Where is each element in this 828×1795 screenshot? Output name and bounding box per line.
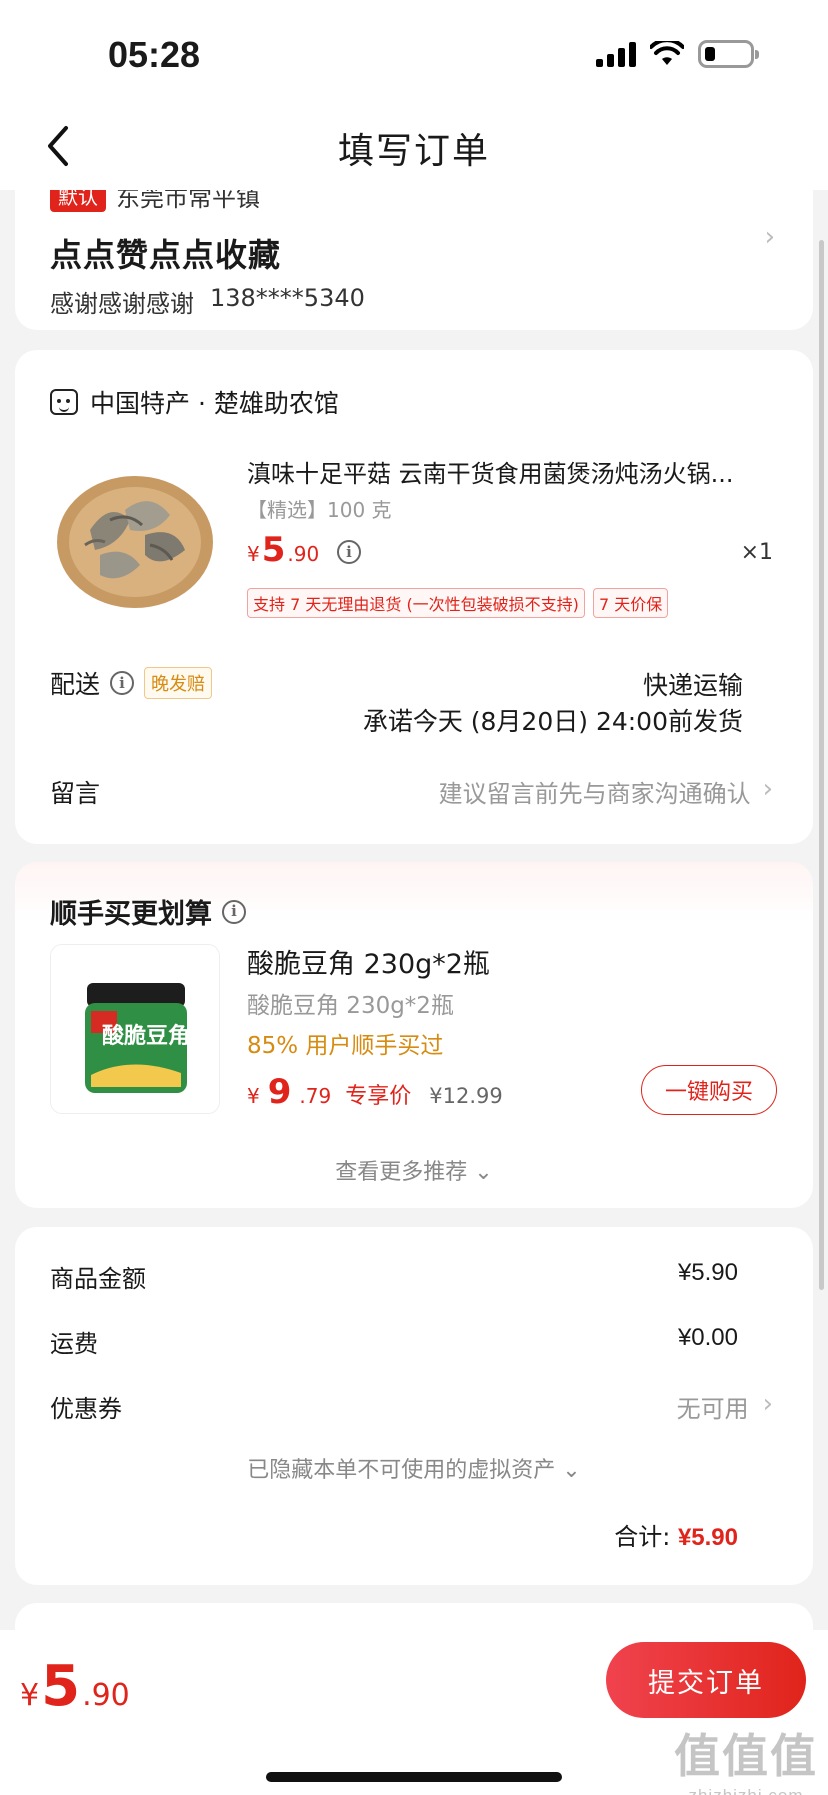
price-symbol: ¥	[20, 1678, 40, 1713]
coupon-label: 优惠券	[50, 1395, 122, 1423]
nav-header: 填写订单	[0, 100, 828, 190]
chevron-right-icon: ›	[762, 774, 773, 804]
recommend-price: ¥ 9 .79 专享价 ¥12.99	[247, 1072, 503, 1112]
goods-amount-row: 商品金额 ¥5.90	[50, 1259, 738, 1294]
shop-name: 中国特产 · 楚雄助农馆	[90, 389, 339, 418]
delivery-row: 配送 i 晚发赔	[50, 665, 213, 701]
recipient-name: 点点赞点点收藏	[50, 236, 282, 274]
coupon-value-text: 无可用	[676, 1395, 749, 1423]
price-integer: 5	[41, 1654, 81, 1719]
info-icon[interactable]: i	[110, 671, 135, 695]
summary-card: 商品金额 ¥5.90 运费 ¥0.00 优惠券 无可用 › 已隐藏本单不可使用的…	[15, 1227, 813, 1585]
more-recommendations-link[interactable]: 查看更多推荐 ⌄	[15, 1154, 813, 1186]
message-label: 留言	[50, 779, 101, 808]
contact-phone: 138****5340	[210, 284, 365, 312]
mushroom-plate-image	[50, 450, 220, 620]
total-label: 合计:	[614, 1523, 671, 1551]
contact-name: 感谢感谢感谢	[50, 290, 194, 318]
recommend-product-name[interactable]: 酸脆豆角 230g*2瓶	[247, 942, 490, 981]
signal-icon	[596, 41, 636, 67]
info-icon[interactable]: i	[337, 540, 361, 564]
status-icons	[596, 40, 759, 68]
price-decimal: .79	[299, 1084, 332, 1108]
status-time: 05:28	[108, 34, 201, 75]
recommend-product-image[interactable]: 酸脆豆角	[50, 944, 220, 1114]
watermark: 值值值 zhizhizhi.com	[674, 1720, 818, 1795]
exclusive-price-label: 专享价	[345, 1084, 412, 1109]
return-policy-badge: 支持 7 天无理由退货 (一次性包装破损不支持)	[247, 588, 585, 618]
watermark-url: zhizhizhi.com	[674, 1786, 818, 1795]
product-image[interactable]	[50, 450, 220, 620]
original-price: ¥12.99	[429, 1084, 503, 1108]
wifi-icon	[650, 41, 684, 65]
chevron-down-icon: ⌄	[474, 1160, 493, 1185]
price-decimal: .90	[287, 542, 320, 566]
more-recommendations-label: 查看更多推荐	[335, 1160, 468, 1185]
goods-amount-label: 商品金额	[50, 1265, 146, 1293]
recipient-contact: 感谢感谢感谢 138****5340	[50, 284, 365, 319]
recommend-card: 顺手买更划算 i 酸脆豆角 酸脆豆角 230g*2瓶 酸脆豆角 230g*2瓶 …	[15, 862, 813, 1208]
home-indicator[interactable]	[266, 1772, 562, 1782]
hidden-assets-toggle[interactable]: 已隐藏本单不可使用的虚拟资产 ⌄	[15, 1452, 813, 1484]
delivery-method: 快递运输	[642, 671, 743, 700]
bottom-total-price: ¥ 5 .90	[20, 1654, 130, 1719]
delivery-label: 配送	[50, 670, 101, 699]
chevron-down-icon: ⌄	[562, 1458, 581, 1483]
message-hint-text: 建议留言前先与商家沟通确认	[438, 780, 751, 808]
service-badges: 支持 7 天无理由退货 (一次性包装破损不支持) 7 天价保	[247, 588, 669, 618]
total-value: ¥5.90	[677, 1524, 738, 1551]
product-title[interactable]: 滇味十足平菇 云南干货食用菌煲汤炖汤火锅...	[247, 454, 787, 489]
price-integer: 9	[267, 1072, 292, 1112]
status-bar: 05:28	[0, 0, 828, 100]
chevron-right-icon: ›	[764, 222, 775, 252]
recommend-title-row: 顺手买更划算 i	[50, 892, 246, 931]
shipping-label: 运费	[50, 1330, 98, 1358]
coupon-row[interactable]: 优惠券 无可用 ›	[50, 1389, 773, 1424]
price-integer: 5	[261, 530, 286, 570]
watermark-logo: 值值值	[674, 1730, 818, 1782]
battery-icon	[698, 40, 759, 68]
recommend-title: 顺手买更划算	[50, 899, 212, 930]
product-quantity: ×1	[740, 540, 773, 565]
price-symbol: ¥	[247, 542, 260, 566]
goods-amount-value: ¥5.90	[677, 1259, 738, 1286]
total-row: 合计: ¥5.90	[614, 1517, 738, 1552]
shipping-value: ¥0.00	[677, 1324, 738, 1351]
price-symbol: ¥	[247, 1084, 260, 1108]
message-input[interactable]: 建议留言前先与商家沟通确认 ›	[439, 774, 773, 809]
pickle-jar-image: 酸脆豆角	[51, 945, 219, 1113]
submit-order-button[interactable]: 提交订单	[606, 1642, 806, 1718]
info-icon[interactable]: i	[222, 899, 246, 924]
coupon-value: 无可用 ›	[677, 1389, 773, 1424]
store-icon	[50, 389, 78, 415]
product-price: ¥ 5 .90	[247, 530, 319, 570]
shipping-row: 运费 ¥0.00	[50, 1324, 738, 1359]
shop-card: 中国特产 · 楚雄助农馆 滇味十足平菇 云南干货食用菌煲汤炖汤火锅... 【精选…	[15, 350, 813, 844]
price-decimal: .90	[82, 1678, 130, 1713]
jar-label: 酸脆豆角	[102, 1023, 190, 1049]
product-spec: 【精选】100 克	[247, 498, 392, 522]
late-delivery-tag: 晚发赔	[144, 667, 213, 699]
price-protect-badge: 7 天价保	[592, 588, 669, 618]
one-click-buy-button[interactable]: 一键购买	[641, 1065, 777, 1115]
scrollbar[interactable]	[819, 240, 824, 1290]
hidden-assets-label: 已隐藏本单不可使用的虚拟资产	[247, 1458, 556, 1483]
recommend-bought-rate: 85% 用户顺手买过	[247, 1033, 444, 1059]
recommend-product-subtitle: 酸脆豆角 230g*2瓶	[247, 993, 454, 1019]
delivery-promise: 承诺今天 (8月20日) 24:00前发货	[362, 707, 743, 736]
chevron-right-icon: ›	[762, 1389, 773, 1419]
bottom-bar: ¥ 5 .90 提交订单 值值值 zhizhizhi.com	[0, 1630, 828, 1795]
shop-header[interactable]: 中国特产 · 楚雄助农馆	[50, 384, 339, 420]
page-title: 填写订单	[337, 131, 490, 172]
